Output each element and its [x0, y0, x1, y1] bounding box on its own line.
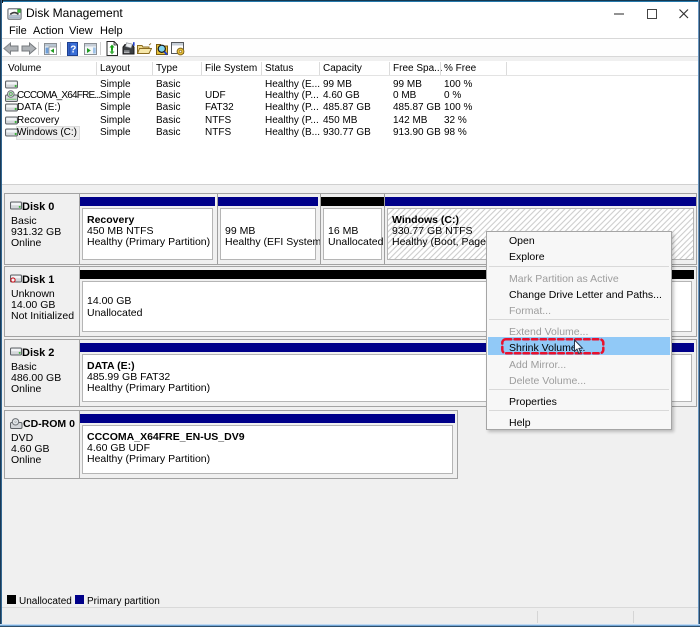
- svg-text:?: ?: [70, 45, 76, 56]
